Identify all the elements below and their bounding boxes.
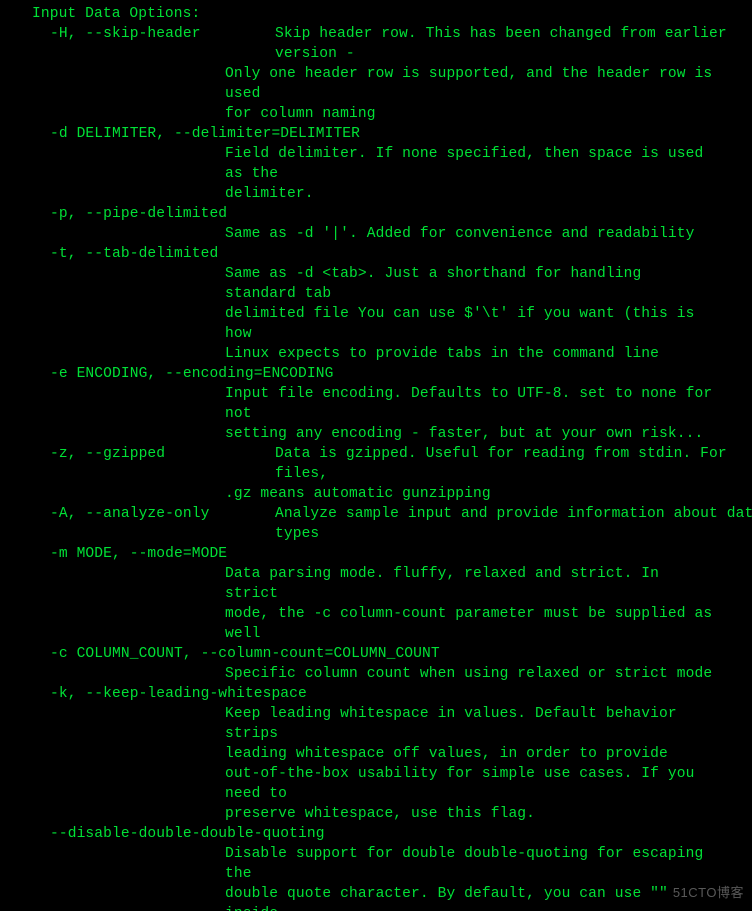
option-description: Specific column count when using relaxed… — [0, 664, 720, 684]
option-description: leading whitespace off values, in order … — [0, 744, 720, 764]
option-flag: -t, --tab-delimited — [0, 244, 752, 264]
option-description: preserve whitespace, use this flag. — [0, 804, 720, 824]
options-list: -H, --skip-headerSkip header row. This h… — [0, 24, 752, 911]
option-description: Same as -d '|'. Added for convenience an… — [0, 224, 720, 244]
option-flag: -z, --gzipped — [0, 444, 275, 464]
option-row: -z, --gzippedData is gzipped. Useful for… — [0, 444, 752, 484]
option-flag: -e ENCODING, --encoding=ENCODING — [0, 364, 752, 384]
option-description: Data is gzipped. Useful for reading from… — [275, 444, 752, 484]
option-row: -H, --skip-headerSkip header row. This h… — [0, 24, 752, 64]
option-description: delimited file You can use $'\t' if you … — [0, 304, 720, 344]
option-description: out-of-the-box usability for simple use … — [0, 764, 720, 804]
terminal-output: Input Data Options: -H, --skip-headerSki… — [0, 0, 752, 911]
option-flag: -m MODE, --mode=MODE — [0, 544, 752, 564]
option-flag: -d DELIMITER, --delimiter=DELIMITER — [0, 124, 752, 144]
option-description: Keep leading whitespace in values. Defau… — [0, 704, 720, 744]
option-description: delimiter. — [0, 184, 720, 204]
option-flag: -c COLUMN_COUNT, --column-count=COLUMN_C… — [0, 644, 752, 664]
option-description: Linux expects to provide tabs in the com… — [0, 344, 720, 364]
option-flag: -H, --skip-header — [0, 24, 275, 44]
option-flag: --disable-double-double-quoting — [0, 824, 752, 844]
option-description: Analyze sample input and provide informa… — [275, 504, 752, 544]
option-description-cont: for column naming — [0, 104, 720, 124]
option-flag: -k, --keep-leading-whitespace — [0, 684, 752, 704]
option-description: Same as -d <tab>. Just a shorthand for h… — [0, 264, 720, 304]
option-flag: -A, --analyze-only — [0, 504, 275, 524]
option-description-cont: .gz means automatic gunzipping — [0, 484, 720, 504]
option-description: mode, the -c column-count parameter must… — [0, 604, 720, 644]
option-row: -A, --analyze-onlyAnalyze sample input a… — [0, 504, 752, 544]
option-description: Data parsing mode. fluffy, relaxed and s… — [0, 564, 720, 604]
section-title: Input Data Options: — [0, 4, 752, 24]
option-description: Skip header row. This has been changed f… — [275, 24, 752, 64]
option-description: Disable support for double double-quotin… — [0, 844, 720, 884]
watermark: 51CTO博客 — [673, 882, 744, 901]
option-flag: -p, --pipe-delimited — [0, 204, 752, 224]
option-description: Input file encoding. Defaults to UTF-8. … — [0, 384, 720, 424]
option-description: setting any encoding - faster, but at yo… — [0, 424, 720, 444]
option-description-cont: Only one header row is supported, and th… — [0, 64, 720, 104]
option-description: Field delimiter. If none specified, then… — [0, 144, 720, 184]
option-description: double quote character. By default, you … — [0, 884, 720, 911]
